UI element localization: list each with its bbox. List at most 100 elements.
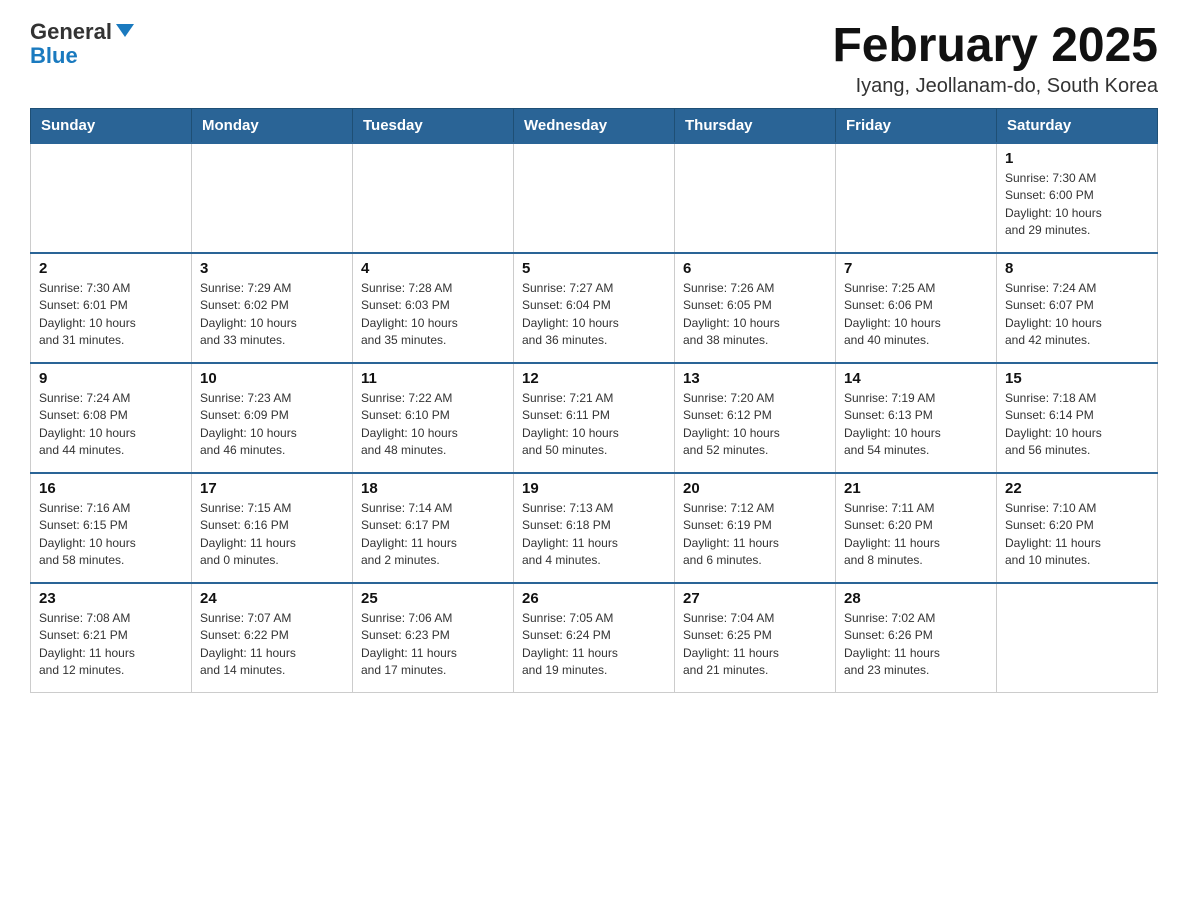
day-number: 10 [200,370,344,387]
day-info: Sunrise: 7:08 AM Sunset: 6:21 PM Dayligh… [39,610,183,680]
calendar-cell [675,143,836,253]
logo-triangle-icon [116,24,134,37]
day-number: 24 [200,590,344,607]
day-number: 19 [522,480,666,497]
day-info: Sunrise: 7:10 AM Sunset: 6:20 PM Dayligh… [1005,500,1149,570]
calendar-title: February 2025 [832,20,1158,73]
day-info: Sunrise: 7:13 AM Sunset: 6:18 PM Dayligh… [522,500,666,570]
day-info: Sunrise: 7:25 AM Sunset: 6:06 PM Dayligh… [844,280,988,350]
calendar-cell: 14 Sunrise: 7:19 AM Sunset: 6:13 PM Dayli… [836,363,997,473]
calendar-cell: 1 Sunrise: 7:30 AM Sunset: 6:00 PM Daylig… [997,143,1158,253]
day-info: Sunrise: 7:19 AM Sunset: 6:13 PM Dayligh… [844,390,988,460]
day-info: Sunrise: 7:21 AM Sunset: 6:11 PM Dayligh… [522,390,666,460]
day-info: Sunrise: 7:30 AM Sunset: 6:01 PM Dayligh… [39,280,183,350]
calendar-week-row: 23 Sunrise: 7:08 AM Sunset: 6:21 PM Dayli… [31,583,1158,693]
calendar-cell: 12 Sunrise: 7:21 AM Sunset: 6:11 PM Dayli… [514,363,675,473]
day-number: 15 [1005,370,1149,387]
day-info: Sunrise: 7:12 AM Sunset: 6:19 PM Dayligh… [683,500,827,570]
calendar-cell: 15 Sunrise: 7:18 AM Sunset: 6:14 PM Dayli… [997,363,1158,473]
calendar-cell: 9 Sunrise: 7:24 AM Sunset: 6:08 PM Daylig… [31,363,192,473]
day-number: 6 [683,260,827,277]
calendar-cell: 22 Sunrise: 7:10 AM Sunset: 6:20 PM Dayli… [997,473,1158,583]
calendar-header: SundayMondayTuesdayWednesdayThursdayFrid… [31,108,1158,143]
calendar-cell: 6 Sunrise: 7:26 AM Sunset: 6:05 PM Daylig… [675,253,836,363]
day-number: 13 [683,370,827,387]
day-number: 20 [683,480,827,497]
day-number: 14 [844,370,988,387]
day-info: Sunrise: 7:07 AM Sunset: 6:22 PM Dayligh… [200,610,344,680]
calendar-subtitle: Iyang, Jeollanam-do, South Korea [832,75,1158,98]
day-info: Sunrise: 7:30 AM Sunset: 6:00 PM Dayligh… [1005,170,1149,240]
day-number: 18 [361,480,505,497]
day-number: 1 [1005,150,1149,167]
calendar-cell [997,583,1158,693]
day-info: Sunrise: 7:18 AM Sunset: 6:14 PM Dayligh… [1005,390,1149,460]
page-header: General Blue February 2025 Iyang, Jeolla… [30,20,1158,98]
day-number: 4 [361,260,505,277]
calendar-cell: 16 Sunrise: 7:16 AM Sunset: 6:15 PM Dayli… [31,473,192,583]
calendar-cell: 2 Sunrise: 7:30 AM Sunset: 6:01 PM Daylig… [31,253,192,363]
day-number: 12 [522,370,666,387]
calendar-table: SundayMondayTuesdayWednesdayThursdayFrid… [30,108,1158,694]
calendar-cell: 18 Sunrise: 7:14 AM Sunset: 6:17 PM Dayli… [353,473,514,583]
day-number: 25 [361,590,505,607]
day-info: Sunrise: 7:23 AM Sunset: 6:09 PM Dayligh… [200,390,344,460]
day-info: Sunrise: 7:15 AM Sunset: 6:16 PM Dayligh… [200,500,344,570]
day-number: 11 [361,370,505,387]
calendar-cell: 24 Sunrise: 7:07 AM Sunset: 6:22 PM Dayli… [192,583,353,693]
calendar-cell: 7 Sunrise: 7:25 AM Sunset: 6:06 PM Daylig… [836,253,997,363]
calendar-cell: 17Sunrise: 7:15 AM Sunset: 6:16 PM Dayli… [192,473,353,583]
calendar-cell: 26Sunrise: 7:05 AM Sunset: 6:24 PM Dayli… [514,583,675,693]
calendar-body: 1 Sunrise: 7:30 AM Sunset: 6:00 PM Daylig… [31,143,1158,693]
weekday-header-tuesday: Tuesday [353,108,514,143]
day-number: 3 [200,260,344,277]
calendar-cell: 21Sunrise: 7:11 AM Sunset: 6:20 PM Dayli… [836,473,997,583]
day-info: Sunrise: 7:04 AM Sunset: 6:25 PM Dayligh… [683,610,827,680]
calendar-cell [836,143,997,253]
day-info: Sunrise: 7:27 AM Sunset: 6:04 PM Dayligh… [522,280,666,350]
day-number: 9 [39,370,183,387]
calendar-cell: 25Sunrise: 7:06 AM Sunset: 6:23 PM Dayli… [353,583,514,693]
calendar-cell: 4 Sunrise: 7:28 AM Sunset: 6:03 PM Daylig… [353,253,514,363]
calendar-week-row: 16 Sunrise: 7:16 AM Sunset: 6:15 PM Dayli… [31,473,1158,583]
logo-general-text: General [30,19,112,44]
calendar-cell: 19 Sunrise: 7:13 AM Sunset: 6:18 PM Dayli… [514,473,675,583]
weekday-header-saturday: Saturday [997,108,1158,143]
title-block: February 2025 Iyang, Jeollanam-do, South… [832,20,1158,98]
day-number: 27 [683,590,827,607]
calendar-cell: 13 Sunrise: 7:20 AM Sunset: 6:12 PM Dayli… [675,363,836,473]
day-info: Sunrise: 7:29 AM Sunset: 6:02 PM Dayligh… [200,280,344,350]
calendar-cell: 20 Sunrise: 7:12 AM Sunset: 6:19 PM Dayli… [675,473,836,583]
calendar-week-row: 2 Sunrise: 7:30 AM Sunset: 6:01 PM Daylig… [31,253,1158,363]
day-number: 22 [1005,480,1149,497]
day-number: 23 [39,590,183,607]
weekday-header-thursday: Thursday [675,108,836,143]
day-info: Sunrise: 7:26 AM Sunset: 6:05 PM Dayligh… [683,280,827,350]
day-info: Sunrise: 7:20 AM Sunset: 6:12 PM Dayligh… [683,390,827,460]
calendar-cell [353,143,514,253]
weekday-header-row: SundayMondayTuesdayWednesdayThursdayFrid… [31,108,1158,143]
day-info: Sunrise: 7:05 AM Sunset: 6:24 PM Dayligh… [522,610,666,680]
calendar-cell: 10 Sunrise: 7:23 AM Sunset: 6:09 PM Dayli… [192,363,353,473]
day-info: Sunrise: 7:14 AM Sunset: 6:17 PM Dayligh… [361,500,505,570]
calendar-cell: 27 Sunrise: 7:04 AM Sunset: 6:25 PM Dayli… [675,583,836,693]
day-number: 2 [39,260,183,277]
logo-blue-text: Blue [30,44,134,68]
day-number: 7 [844,260,988,277]
weekday-header-wednesday: Wednesday [514,108,675,143]
day-info: Sunrise: 7:16 AM Sunset: 6:15 PM Dayligh… [39,500,183,570]
calendar-cell: 3 Sunrise: 7:29 AM Sunset: 6:02 PM Daylig… [192,253,353,363]
day-info: Sunrise: 7:24 AM Sunset: 6:08 PM Dayligh… [39,390,183,460]
weekday-header-sunday: Sunday [31,108,192,143]
day-info: Sunrise: 7:28 AM Sunset: 6:03 PM Dayligh… [361,280,505,350]
day-number: 16 [39,480,183,497]
logo: General Blue [30,20,134,68]
day-info: Sunrise: 7:02 AM Sunset: 6:26 PM Dayligh… [844,610,988,680]
day-number: 8 [1005,260,1149,277]
calendar-cell: 8Sunrise: 7:24 AM Sunset: 6:07 PM Daylig… [997,253,1158,363]
day-number: 28 [844,590,988,607]
calendar-cell [514,143,675,253]
calendar-cell: 5Sunrise: 7:27 AM Sunset: 6:04 PM Daylig… [514,253,675,363]
calendar-cell: 23 Sunrise: 7:08 AM Sunset: 6:21 PM Dayli… [31,583,192,693]
calendar-cell [31,143,192,253]
